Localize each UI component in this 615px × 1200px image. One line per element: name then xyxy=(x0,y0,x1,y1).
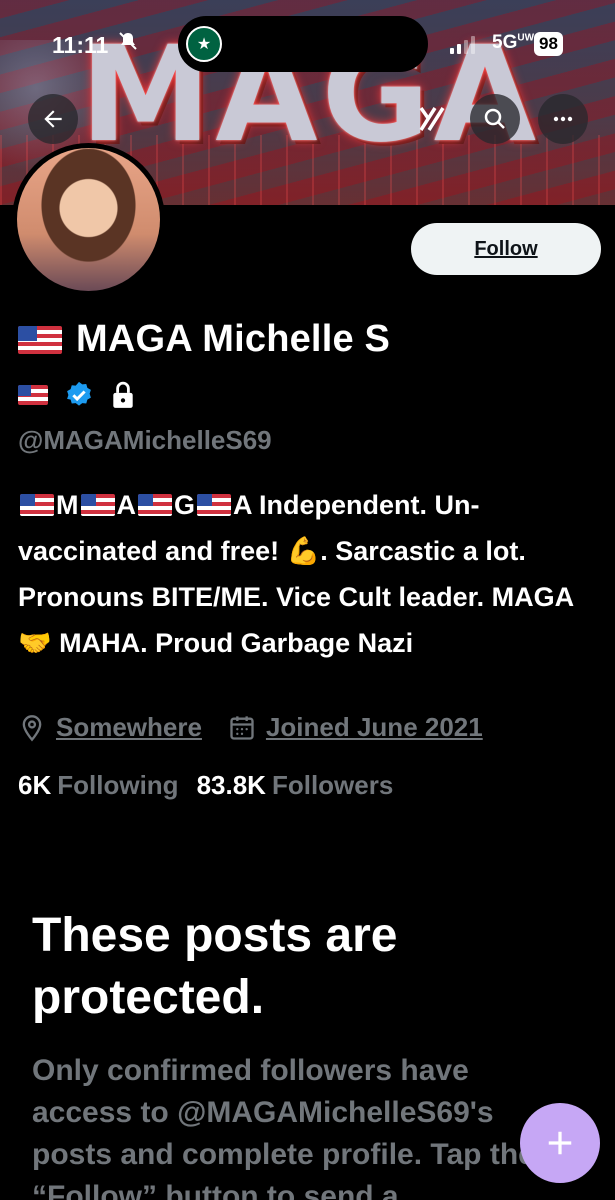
dynamic-island: ★ xyxy=(178,16,428,72)
us-flag-emoji xyxy=(20,494,54,516)
location-icon xyxy=(18,714,46,742)
protected-title: These posts are protected. xyxy=(32,909,398,1024)
display-name: MAGA Michelle S xyxy=(76,318,391,360)
protected-description: Only confirmed followers have access to … xyxy=(32,1054,535,1200)
back-button[interactable] xyxy=(28,94,78,144)
plus-icon xyxy=(548,1131,572,1155)
battery-level: 98 xyxy=(534,32,563,56)
compose-fab[interactable] xyxy=(520,1103,600,1183)
followers-stat[interactable]: 83.8K Followers xyxy=(197,770,394,801)
verified-icon[interactable] xyxy=(64,380,94,410)
lock-icon xyxy=(113,381,133,408)
calendar-icon xyxy=(228,714,256,742)
location-link[interactable]: Somewhere xyxy=(56,712,202,743)
search-button[interactable] xyxy=(470,94,520,144)
badges-row xyxy=(18,380,136,410)
flexed-biceps-emoji: 💪 xyxy=(286,536,321,566)
more-icon xyxy=(553,116,573,122)
grok-icon xyxy=(419,106,445,131)
name-row: MAGA Michelle S xyxy=(18,318,390,361)
handshake-emoji: 🤝 xyxy=(18,628,52,658)
us-flag-emoji xyxy=(138,494,172,516)
joined-date: Joined June 2021 xyxy=(265,712,483,742)
more-button[interactable] xyxy=(538,94,588,144)
signal-icon xyxy=(450,36,475,54)
follow-stats: 6K Following 83.8K Followers xyxy=(18,770,393,801)
status-bar: 11:11 ★ 5GUW 98 xyxy=(0,14,615,72)
starbucks-app-icon: ★ xyxy=(186,26,222,62)
status-time: 11:11 xyxy=(52,32,109,58)
grok-button[interactable] xyxy=(407,94,457,144)
us-flag-emoji xyxy=(197,494,232,516)
follow-button[interactable]: Follow xyxy=(411,223,601,275)
us-flag-emoji xyxy=(18,325,62,354)
search-icon xyxy=(484,108,505,129)
us-flag-icon xyxy=(18,385,48,405)
avatar-photo xyxy=(17,148,160,291)
back-arrow-icon xyxy=(44,110,62,128)
profile-bio: MAGA Independent. Un-vaccinated and free… xyxy=(18,490,575,658)
following-stat[interactable]: 6K Following xyxy=(18,770,179,801)
avatar[interactable] xyxy=(12,143,165,296)
bell-off-icon xyxy=(118,31,138,57)
us-flag-emoji xyxy=(80,494,115,516)
profile-meta: Somewhere Joined June 2021 xyxy=(18,712,483,743)
user-handle: @MAGAMichelleS69 xyxy=(18,425,272,455)
network-type: 5GUW xyxy=(492,32,535,53)
